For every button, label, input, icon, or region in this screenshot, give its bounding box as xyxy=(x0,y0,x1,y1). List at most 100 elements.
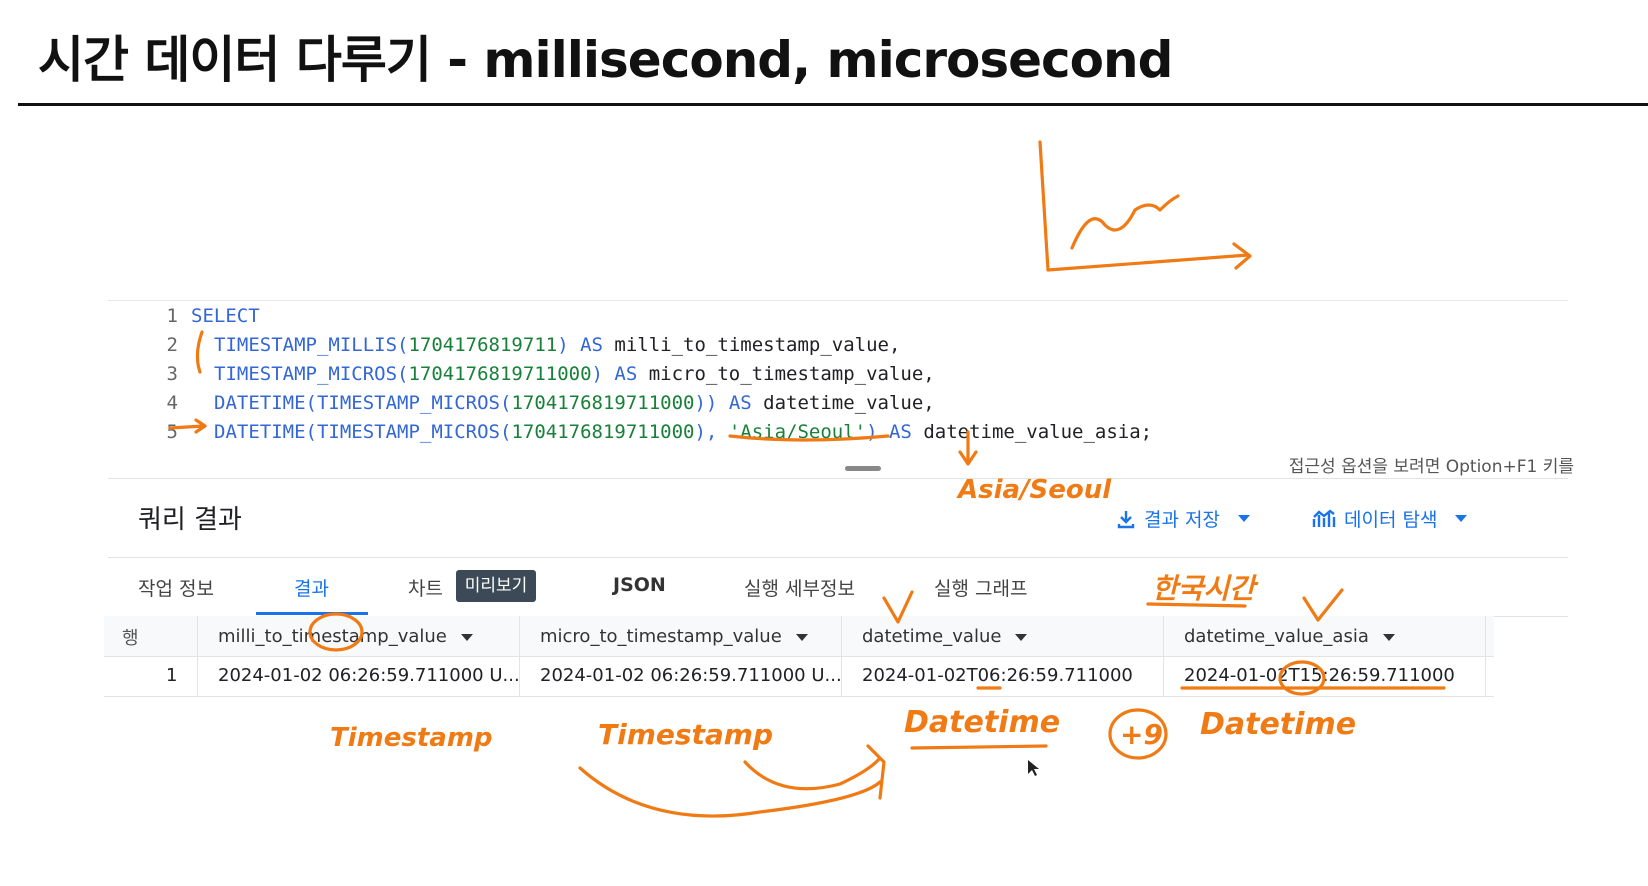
code-line[interactable]: 4 DATETIME(TIMESTAMP_MICROS(1704176819711… xyxy=(108,388,1568,418)
results-header: 쿼리 결과 결과 저장 데이터 탐색 xyxy=(108,478,1568,558)
ink-chart-sketch xyxy=(1038,140,1252,272)
ink-timestamp-2: Timestamp xyxy=(598,718,773,751)
ink-datetime-2: Datetime xyxy=(1200,707,1356,742)
code-token: AS xyxy=(614,363,638,385)
code-token: ( xyxy=(397,363,409,385)
code-token: ), xyxy=(694,421,729,443)
code-token: AS xyxy=(580,334,603,356)
code-token: milli_to_timestamp_value, xyxy=(602,334,901,356)
row-header: 행 xyxy=(122,628,139,649)
column-header-label: datetime_value xyxy=(862,626,1002,647)
ink-underline-datetime xyxy=(910,744,1048,750)
code-token: TIMESTAMP_MICROS xyxy=(316,392,500,414)
table-cell[interactable]: 2024-01-02 06:26:59.711000 U... xyxy=(218,665,520,686)
mouse-cursor-icon xyxy=(1028,760,1039,776)
save-results-label: 결과 저장 xyxy=(1144,509,1220,531)
code-token: datetime_value, xyxy=(751,392,935,414)
code-line[interactable]: 3 TIMESTAMP_MICROS(1704176819711000) AS m… xyxy=(108,359,1568,389)
chevron-down-icon xyxy=(1237,515,1250,522)
column-header-micro[interactable]: micro_to_timestamp_value xyxy=(540,626,808,647)
code-token: 1704176819711000 xyxy=(511,421,695,443)
code-token: 1704176819711 xyxy=(408,334,558,356)
code-token: ( xyxy=(397,334,409,356)
sort-caret-icon[interactable] xyxy=(795,633,808,641)
tab-execution-details[interactable]: 실행 세부정보 xyxy=(744,574,855,601)
sort-caret-icon[interactable] xyxy=(1382,633,1395,641)
tab-json[interactable]: JSON xyxy=(613,574,666,596)
row-number: 1 xyxy=(166,665,178,686)
line-number: 3 xyxy=(166,363,178,385)
table-cell[interactable]: 2024-01-02T15:26:59.711000 xyxy=(1184,665,1455,686)
tab-chart[interactable]: 차트 xyxy=(408,574,443,601)
code-token: 1704176819711000 xyxy=(511,392,695,414)
column-separator xyxy=(197,616,198,696)
download-icon xyxy=(1117,510,1135,528)
column-header-label: datetime_value_asia xyxy=(1184,626,1369,647)
accessibility-hint: 접근성 옵션을 보려면 Option+F1 키를 xyxy=(1288,457,1574,477)
title-rule xyxy=(18,103,1648,106)
tab-active-underline xyxy=(256,612,368,615)
code-token: DATETIME xyxy=(214,421,306,443)
tab-results[interactable]: 결과 xyxy=(294,574,329,601)
code-token: ) xyxy=(591,363,615,385)
code-text: DATETIME(TIMESTAMP_MICROS(17041768197110… xyxy=(214,388,935,418)
code-token: ( xyxy=(305,421,317,443)
sort-caret-icon[interactable] xyxy=(1015,633,1028,641)
slide-title: 시간 데이터 다루기 - millisecond, microsecond xyxy=(38,31,1173,89)
column-header-datetime-asia[interactable]: datetime_value_asia xyxy=(1184,626,1395,647)
column-separator xyxy=(1163,616,1164,696)
code-text: TIMESTAMP_MILLIS(1704176819711) AS milli… xyxy=(214,330,900,360)
ink-curved-arrow xyxy=(578,744,886,818)
code-token: AS xyxy=(728,392,752,414)
line-number: 2 xyxy=(166,334,178,356)
code-line[interactable]: 5 DATETIME(TIMESTAMP_MICROS(1704176819711… xyxy=(108,417,1568,447)
explore-data-label: 데이터 탐색 xyxy=(1344,509,1438,531)
save-results-button[interactable]: 결과 저장 xyxy=(1116,505,1250,532)
chevron-down-icon xyxy=(1455,515,1468,522)
code-token: SELECT xyxy=(191,305,260,327)
sort-caret-icon[interactable] xyxy=(460,633,473,641)
explore-data-button[interactable]: 데이터 탐색 xyxy=(1312,505,1468,532)
code-line[interactable]: 2 TIMESTAMP_MILLIS(1704176819711) AS mill… xyxy=(108,330,1568,360)
line-number: 4 xyxy=(166,392,178,414)
code-token: 'Asia/Seoul' xyxy=(728,421,867,443)
results-tabs: 작업 정보 결과 차트 미리보기 JSON 실행 세부정보 실행 그래프 xyxy=(108,560,1568,617)
line-number: 5 xyxy=(166,421,178,443)
column-header-label: micro_to_timestamp_value xyxy=(540,626,782,647)
code-token: ) xyxy=(866,421,889,443)
tab-job-info[interactable]: 작업 정보 xyxy=(138,574,214,601)
editor-resize-handle[interactable] xyxy=(845,466,881,471)
code-text: SELECT xyxy=(191,301,260,331)
chart-icon xyxy=(1312,508,1336,527)
table-cell[interactable]: 2024-01-02 06:26:59.711000 U... xyxy=(540,665,842,686)
column-header-datetime[interactable]: datetime_value xyxy=(862,626,1028,647)
column-separator xyxy=(1485,616,1486,696)
tab-execution-graph[interactable]: 실행 그래프 xyxy=(934,574,1027,601)
code-token: AS xyxy=(888,421,912,443)
code-token: ( xyxy=(305,392,317,414)
ink-plus-nine: +9 xyxy=(1120,718,1163,751)
table-cell[interactable]: 2024-01-02T06:26:59.711000 xyxy=(862,665,1133,686)
column-header-milli[interactable]: milli_to_timestamp_value xyxy=(218,626,473,647)
code-token: micro_to_timestamp_value, xyxy=(637,363,935,385)
ink-circle-plus9 xyxy=(1108,708,1168,760)
code-token: datetime_value_asia; xyxy=(911,421,1153,443)
code-token: )) xyxy=(694,392,729,414)
code-text: TIMESTAMP_MICROS(1704176819711000) AS mi… xyxy=(214,359,935,389)
sql-editor[interactable]: 1 SELECT 2 TIMESTAMP_MILLIS(1704176819711) … xyxy=(108,300,1568,471)
code-token: TIMESTAMP_MICROS xyxy=(214,363,398,385)
ink-timestamp-1: Timestamp xyxy=(330,723,493,753)
code-line[interactable]: 1 SELECT xyxy=(108,301,1568,331)
line-number: 1 xyxy=(166,305,178,327)
results-grid: 행 milli_to_timestamp_value micro_to_time… xyxy=(104,616,1494,697)
code-token: 1704176819711000 xyxy=(408,363,592,385)
results-title: 쿼리 결과 xyxy=(138,505,242,535)
code-token: DATETIME xyxy=(214,392,306,414)
preview-badge: 미리보기 xyxy=(456,570,536,602)
code-token: ) xyxy=(557,334,581,356)
code-text: DATETIME(TIMESTAMP_MICROS(17041768197110… xyxy=(214,417,1152,447)
code-token: TIMESTAMP_MILLIS xyxy=(214,334,398,356)
code-token: ( xyxy=(500,392,512,414)
column-header-label: milli_to_timestamp_value xyxy=(218,626,447,647)
code-token: ( xyxy=(500,421,512,443)
